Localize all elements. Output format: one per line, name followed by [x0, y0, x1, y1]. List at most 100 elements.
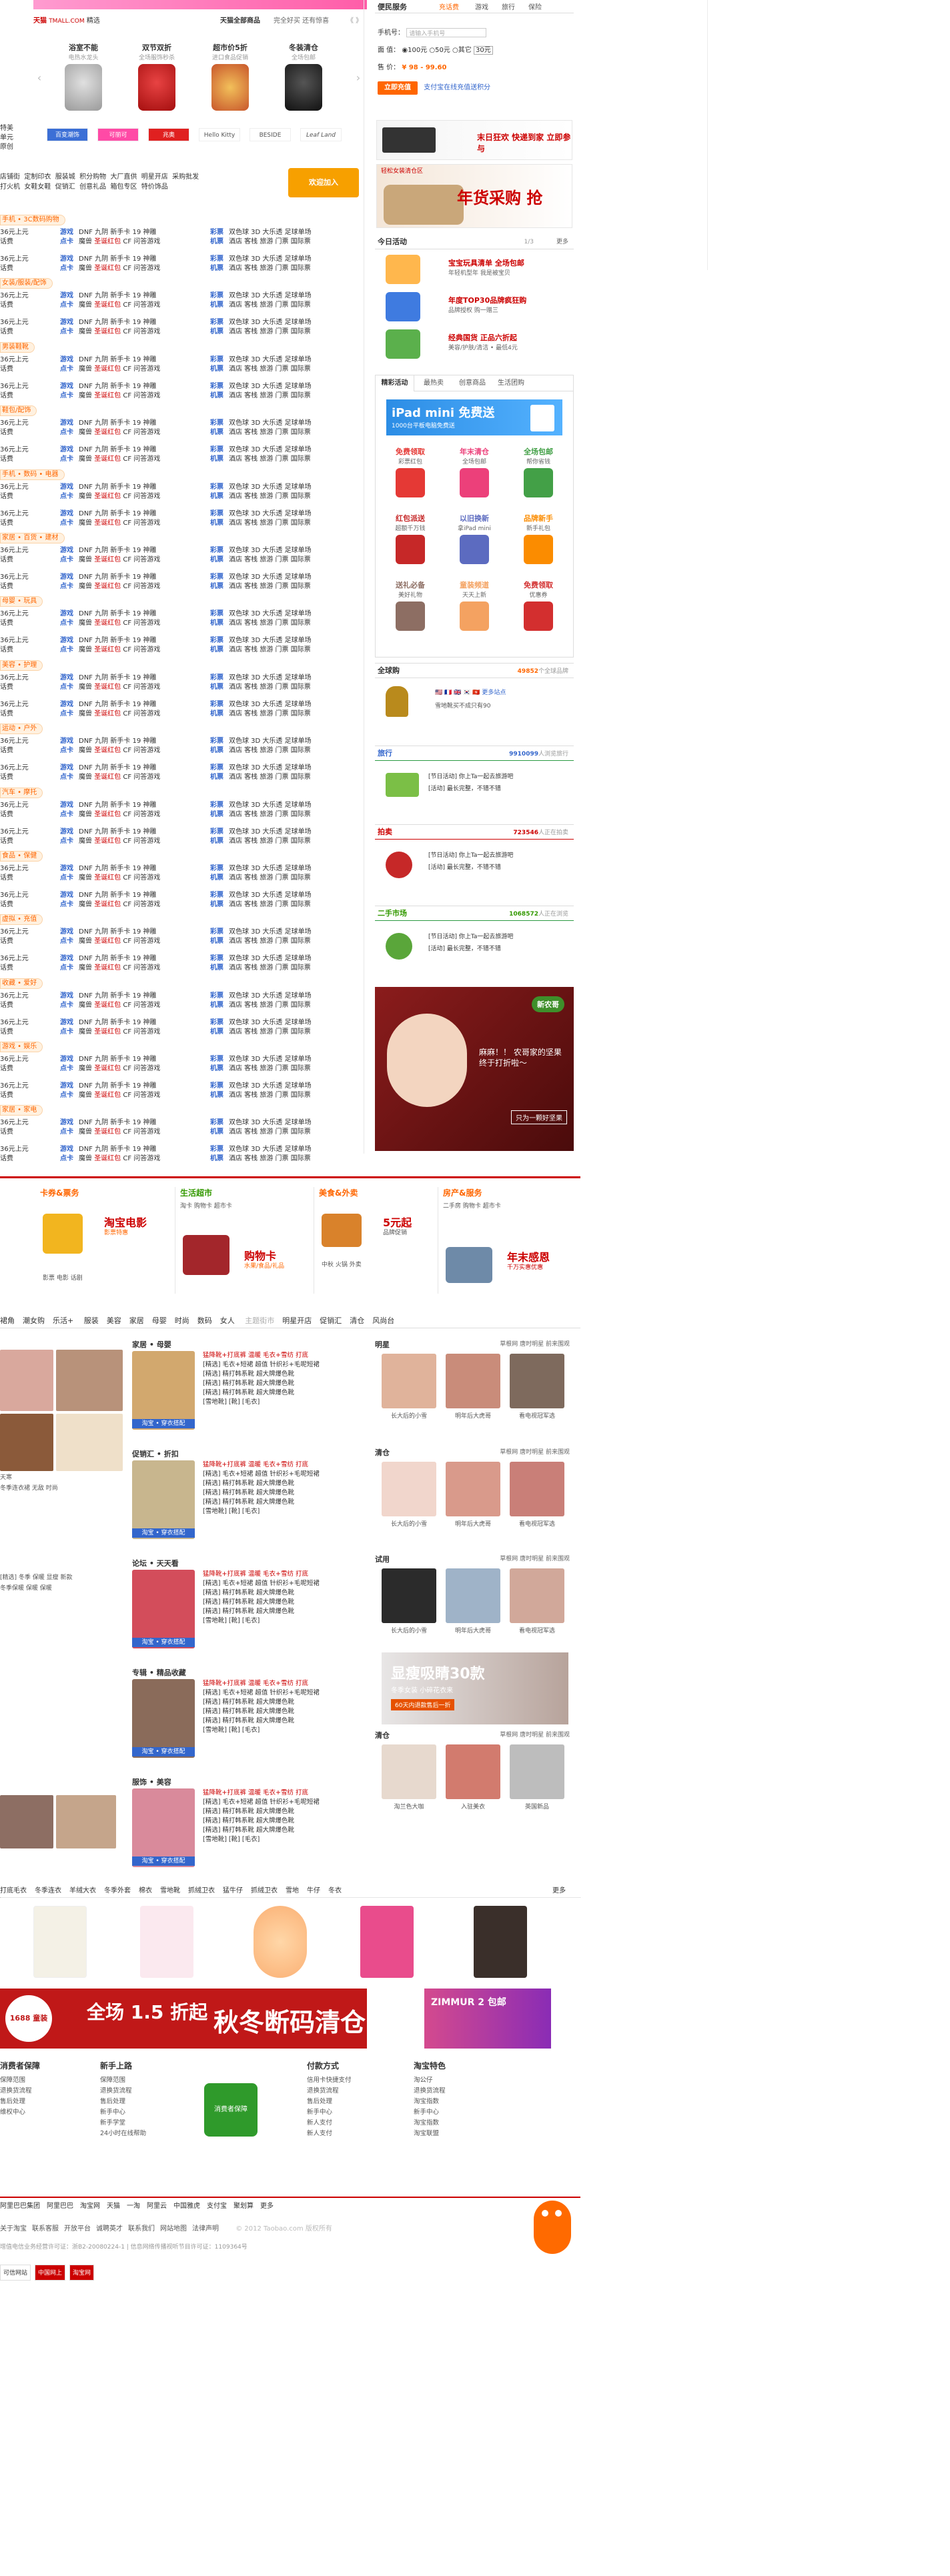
- category-line-key[interactable]: 游戏: [60, 674, 79, 683]
- category-line-key[interactable]: 彩票: [210, 1018, 229, 1028]
- category-line-text[interactable]: 酒店 客栈 旅游 门票 国际票: [229, 1092, 311, 1099]
- category-line-prefix[interactable]: 话费: [0, 492, 13, 501]
- feed-photo-tag[interactable]: 淘宝 • 穿衣搭配: [132, 1528, 195, 1538]
- category-line-text[interactable]: CF 问答游戏: [123, 301, 160, 309]
- feed-line[interactable]: [精选] 精打韩系靴 超大牌爆色靴: [203, 1698, 376, 1707]
- category-line-red[interactable]: 圣诞红包: [94, 619, 121, 627]
- category-line-text[interactable]: DNF 九阴 新手卡 19 神雕: [79, 1119, 156, 1126]
- category-line-key[interactable]: 点卡: [60, 1001, 79, 1010]
- category-line-key[interactable]: 游戏: [60, 1118, 79, 1128]
- category-line-red[interactable]: 圣诞红包: [94, 811, 121, 818]
- quick-link[interactable]: 箱包专区: [110, 183, 137, 191]
- footer-nav-item[interactable]: 一淘: [127, 2203, 140, 2210]
- category-line-red[interactable]: 圣诞红包: [94, 1092, 121, 1099]
- category-line-red[interactable]: 圣诞红包: [94, 901, 121, 908]
- footer-link[interactable]: 新手中心: [414, 2107, 514, 2118]
- category-head[interactable]: 家居 • 家电: [0, 1105, 43, 1116]
- category-line-text[interactable]: 双色球 3D 大乐透 足球单场: [229, 1082, 312, 1090]
- category-line-text[interactable]: CF 问答游戏: [123, 874, 160, 882]
- amount-radio[interactable]: ○: [452, 47, 458, 54]
- feed-line[interactable]: [精选] 毛衣+短裙 超值 针织衫+毛呢短裙: [203, 1688, 376, 1698]
- category-line-text[interactable]: 酒店 客栈 旅游 门票 国际票: [229, 1028, 311, 1036]
- footer-link[interactable]: 法律声明: [192, 2225, 219, 2233]
- category-line-text[interactable]: 酒店 客栈 旅游 门票 国际票: [229, 238, 311, 245]
- brand-logo[interactable]: 可丽可: [97, 128, 139, 141]
- category-line-red[interactable]: 圣诞红包: [94, 1128, 121, 1136]
- category-line-text[interactable]: 酒店 客栈 旅游 门票 国际票: [229, 1002, 311, 1009]
- category-line-key[interactable]: 点卡: [60, 874, 79, 883]
- category-line-key[interactable]: 游戏: [60, 828, 79, 837]
- category-line-text[interactable]: 酒店 客栈 旅游 门票 国际票: [229, 1128, 311, 1136]
- category-line-key[interactable]: 点卡: [60, 1028, 79, 1037]
- category-head[interactable]: 游戏 • 娱乐: [0, 1042, 43, 1053]
- category-line-text[interactable]: 魔兽: [79, 684, 92, 691]
- star-section-sub[interactable]: 草根网 唐时明星 前来围观: [500, 1339, 570, 1348]
- category-line-prefix[interactable]: 36元上元: [0, 419, 29, 428]
- category-line-key[interactable]: 游戏: [60, 801, 79, 810]
- star-caption[interactable]: 淘兰色大咖: [382, 1802, 436, 1810]
- category-line-red[interactable]: 圣诞红包: [94, 328, 121, 335]
- category-line-prefix[interactable]: 36元上元: [0, 764, 29, 773]
- footer-link[interactable]: 新手中心: [307, 2107, 407, 2118]
- feed-line[interactable]: 猛降靴+打底裤 温暖 毛衣+雪纺 打底: [203, 1570, 376, 1579]
- footer-link[interactable]: 淘宝指数: [414, 2118, 514, 2129]
- feed-line[interactable]: 猛降靴+打底裤 温暖 毛衣+雪纺 打底: [203, 1351, 376, 1360]
- category-line-prefix[interactable]: 36元上元: [0, 573, 29, 582]
- quick-link[interactable]: 创意礼品: [79, 183, 106, 191]
- category-line-key[interactable]: 游戏: [60, 355, 79, 365]
- nav-item[interactable]: 清仓: [350, 1316, 364, 1325]
- star-photo[interactable]: [382, 1568, 436, 1623]
- category-line-key[interactable]: 机票: [210, 264, 229, 273]
- footer-link[interactable]: 退换货流程: [307, 2086, 407, 2097]
- category-line-text[interactable]: DNF 九阴 新手卡 19 神雕: [79, 356, 156, 363]
- second-line[interactable]: [节日活动] 你上Ta一起去旅游吧: [428, 932, 513, 940]
- category-line-text[interactable]: 魔兽: [79, 619, 92, 627]
- category-line-key[interactable]: 点卡: [60, 1154, 79, 1164]
- category-line-key[interactable]: 点卡: [60, 391, 79, 401]
- brand-logo[interactable]: 百变潮饰: [47, 128, 88, 141]
- category-line-key[interactable]: 机票: [210, 492, 229, 501]
- category-line-text[interactable]: CF 问答游戏: [123, 556, 160, 563]
- feed-photo-tag[interactable]: 淘宝 • 穿衣搭配: [132, 1856, 195, 1866]
- feed-photo[interactable]: [132, 1679, 195, 1758]
- category-line-text[interactable]: 酒店 客栈 旅游 门票 国际票: [229, 365, 311, 373]
- category-line-text[interactable]: 双色球 3D 大乐透 足球单场: [229, 573, 312, 581]
- category-line-key[interactable]: 彩票: [210, 1055, 229, 1064]
- nut-ad-banner[interactable]: 新农哥 麻麻！！ 农哥家的坚果终于打折啦～ 只为一颗好坚果: [375, 987, 574, 1151]
- category-line-key[interactable]: 游戏: [60, 1018, 79, 1028]
- category-line-text[interactable]: 魔兽: [79, 365, 92, 373]
- ipad-mini-banner[interactable]: iPad mini 免费送 1000台平板电脑免费送: [386, 399, 562, 435]
- category-line-red[interactable]: 圣诞红包: [94, 301, 121, 309]
- category-line-text[interactable]: DNF 九阴 新手卡 19 神雕: [79, 828, 156, 836]
- category-line-text[interactable]: DNF 九阴 新手卡 19 神雕: [79, 1146, 156, 1153]
- footer-link[interactable]: 新手中心: [100, 2107, 200, 2118]
- category-head[interactable]: 男装鞋靴: [0, 341, 35, 353]
- category-line-key[interactable]: 机票: [210, 710, 229, 719]
- feed-line[interactable]: [精选] 毛衣+短裙 超值 针织衫+毛呢短裙: [203, 1470, 376, 1479]
- category-line-prefix[interactable]: 话费: [0, 237, 13, 247]
- category-line-text[interactable]: 魔兽: [79, 838, 92, 845]
- category-line-text[interactable]: 双色球 3D 大乐透 足球单场: [229, 547, 312, 554]
- category-line-text[interactable]: CF 问答游戏: [123, 1128, 160, 1136]
- zimmur-banner[interactable]: ZIMMUR 2 包邮: [424, 1989, 551, 2049]
- category-line-text[interactable]: 双色球 3D 大乐透 足球单场: [229, 419, 312, 427]
- category-line-text[interactable]: 酒店 客栈 旅游 门票 国际票: [229, 964, 311, 972]
- category-line-key[interactable]: 点卡: [60, 582, 79, 591]
- category-line-key[interactable]: 彩票: [210, 291, 229, 301]
- category-line-text[interactable]: DNF 九阴 新手卡 19 神雕: [79, 802, 156, 809]
- category-line-red[interactable]: 圣诞红包: [94, 1155, 121, 1162]
- category-line-text[interactable]: CF 问答游戏: [123, 1028, 160, 1036]
- category-line-key[interactable]: 游戏: [60, 737, 79, 746]
- category-line-prefix[interactable]: 36元上元: [0, 355, 29, 365]
- star-photo[interactable]: [510, 1568, 564, 1623]
- quick-link[interactable]: 店铺街: [0, 173, 20, 181]
- channel-link[interactable]: 购物卡: [194, 1203, 212, 1210]
- category-line-text[interactable]: 双色球 3D 大乐透 足球单场: [229, 446, 312, 453]
- category-line-text[interactable]: 双色球 3D 大乐透 足球单场: [229, 1056, 312, 1063]
- category-line-text[interactable]: 酒店 客栈 旅游 门票 国际票: [229, 874, 311, 882]
- footer-nav-item[interactable]: 更多: [260, 2203, 274, 2210]
- footer-nav-item[interactable]: 中国雅虎: [173, 2203, 200, 2210]
- category-line-text[interactable]: 酒店 客栈 旅游 门票 国际票: [229, 1065, 311, 1072]
- category-line-text[interactable]: 魔兽: [79, 455, 92, 463]
- quick-link[interactable]: 服装城: [55, 173, 75, 181]
